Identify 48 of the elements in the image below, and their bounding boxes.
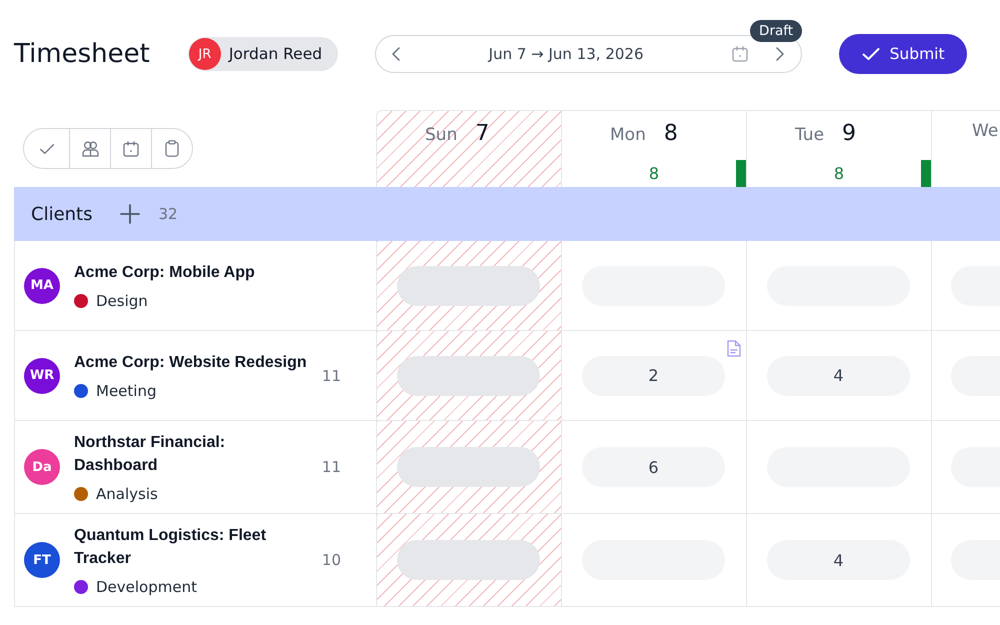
plus-icon	[120, 204, 140, 224]
user-chip[interactable]: JR Jordan Reed	[188, 37, 338, 71]
day-name: Mon	[610, 125, 646, 145]
day-date: 9	[842, 121, 856, 146]
people-icon	[82, 140, 98, 156]
status-badge: Draft	[750, 20, 802, 42]
check-icon	[38, 142, 54, 154]
chevron-left-icon	[392, 47, 400, 61]
project-avatar: Da	[24, 449, 60, 485]
clipboard-icon	[165, 140, 179, 157]
project-title: Northstar Financial: Dashboard	[74, 433, 226, 476]
project-title: Quantum Logistics: Fleet Tracker	[74, 526, 268, 569]
hours-field[interactable]: 6	[582, 447, 725, 487]
category-label: Analysis	[96, 485, 158, 503]
client-count: 32	[158, 205, 178, 223]
row-total-hours: 11	[322, 366, 341, 384]
user-avatar: JR	[188, 38, 221, 70]
note-icon[interactable]	[727, 340, 741, 357]
hours-field[interactable]: 2	[582, 356, 725, 396]
calendar-icon	[732, 46, 748, 62]
day-total-hours: 8	[648, 164, 660, 183]
date-range-label: Jun 7 → Jun 13, 2026	[488, 45, 644, 63]
day-date: 8	[664, 121, 678, 146]
row-total-hours: 11	[322, 458, 341, 476]
day-name: Sun	[425, 125, 458, 145]
chevron-right-icon	[776, 47, 784, 61]
category-label: Meeting	[96, 382, 156, 400]
submit-button[interactable]: Submit	[839, 34, 968, 74]
day-date: 7	[475, 121, 490, 146]
clipboard-filter-button[interactable]	[151, 129, 192, 168]
row-total-hours: 10	[322, 551, 341, 569]
project-avatar: WR	[24, 358, 60, 394]
hours-field[interactable]: 4	[767, 540, 910, 580]
check-icon	[862, 47, 880, 61]
day-name: We	[972, 121, 998, 141]
page-title: Timesheet	[14, 39, 150, 69]
day-total-hours: 8	[834, 164, 844, 183]
category-label: Design	[96, 292, 148, 310]
add-client-button[interactable]	[120, 204, 140, 224]
project-avatar: FT	[24, 542, 60, 578]
project-title: Acme Corp: Website Redesign	[74, 353, 307, 373]
category-label: Development	[96, 578, 197, 596]
calendar-icon	[123, 140, 139, 156]
day-name: Tue	[795, 125, 824, 145]
hours-field[interactable]: 4	[767, 356, 910, 396]
group-label: Clients	[31, 204, 92, 224]
project-title: Acme Corp: Mobile App	[74, 263, 255, 283]
project-avatar: MA	[24, 268, 60, 304]
